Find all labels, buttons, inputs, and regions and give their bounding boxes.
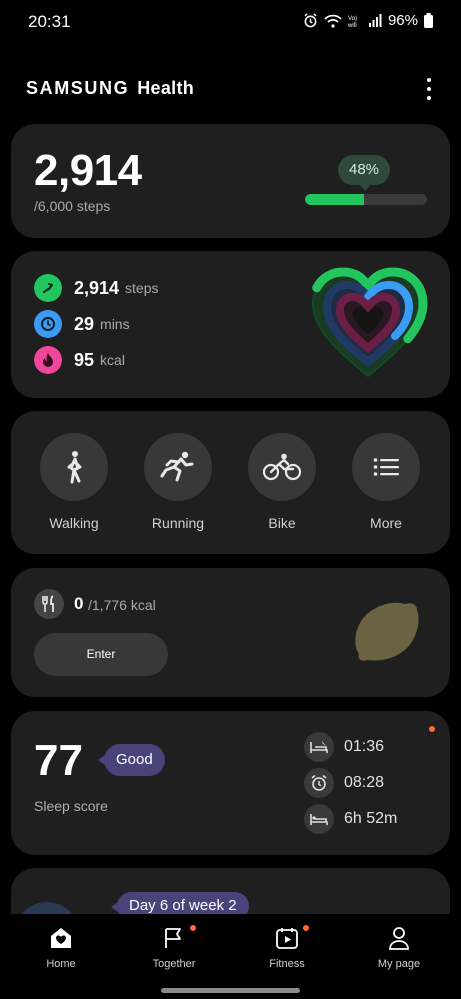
- nav-my-page[interactable]: My page: [359, 924, 439, 970]
- sleep-duration-row: 6h 52m: [304, 804, 397, 834]
- brand-name: SAMSUNG: [26, 78, 130, 98]
- sleep-duration-value: 6h 52m: [344, 810, 398, 827]
- alarm-icon: [303, 13, 318, 28]
- list-icon: [352, 433, 420, 501]
- workout-more[interactable]: More: [352, 433, 420, 531]
- nav-fitness-label: Fitness: [269, 958, 305, 970]
- workout-bike[interactable]: Bike: [248, 433, 316, 531]
- workout-running-label: Running: [151, 515, 205, 531]
- fork-knife-icon: [34, 589, 64, 619]
- nav-together-label: Together: [152, 958, 196, 970]
- bedtime-icon: [304, 732, 334, 762]
- running-icon: [144, 433, 212, 501]
- activity-steps-unit: steps: [125, 280, 159, 296]
- notification-dot: [429, 726, 435, 732]
- app-name: Health: [137, 78, 195, 98]
- home-indicator[interactable]: [161, 988, 300, 993]
- svg-text:wifi: wifi: [348, 23, 357, 28]
- steps-percent-badge: 48%: [338, 155, 390, 191]
- wifi-icon: [324, 14, 342, 28]
- workout-running[interactable]: Running: [144, 433, 212, 531]
- activity-mins-value: 29: [74, 313, 95, 334]
- workout-bike-label: Bike: [268, 515, 296, 531]
- sleep-card[interactable]: 77 Good Sleep score 01:36 08:28 6h 52m: [11, 711, 450, 855]
- steps-progress-bar: [305, 194, 427, 205]
- nav-together[interactable]: Together: [134, 924, 214, 970]
- nav-home[interactable]: Home: [21, 924, 101, 970]
- bike-icon: [248, 433, 316, 501]
- nav-fitness-dot: [303, 925, 309, 931]
- activity-row-mins: 29 mins: [34, 310, 130, 338]
- sleep-bedtime-row: 01:36: [304, 732, 384, 762]
- activity-rings-heart: [307, 266, 429, 384]
- person-icon: [359, 924, 439, 952]
- sleep-score-value: 77: [34, 736, 83, 785]
- app-logo: SAMSUNG Health: [26, 78, 194, 99]
- nav-together-dot: [190, 925, 196, 931]
- walking-icon: [40, 433, 108, 501]
- status-icons: Vo) wifi 96%: [303, 12, 433, 29]
- workouts-card: Walking Running Bike More: [11, 411, 450, 554]
- sleep-bedtime-value: 01:36: [344, 738, 385, 755]
- activity-card[interactable]: 2,914 steps 29 mins 95 kcal: [11, 251, 450, 398]
- signal-icon: [368, 13, 382, 28]
- activity-steps-value: 2,914: [74, 277, 120, 298]
- food-goal: /1,776 kcal: [88, 597, 156, 613]
- svg-text:Vo): Vo): [348, 16, 357, 22]
- sleep-duration-icon: [304, 804, 334, 834]
- volte-wifi-icon: Vo) wifi: [348, 14, 362, 28]
- home-icon: [21, 924, 101, 952]
- flag-icon: [134, 924, 214, 952]
- activity-mins-unit: mins: [100, 316, 130, 332]
- activity-kcal-value: 95: [74, 349, 95, 370]
- activity-row-kcal: 95 kcal: [34, 346, 125, 374]
- steps-icon: [34, 274, 62, 302]
- enter-food-button[interactable]: Enter: [34, 633, 168, 676]
- food-card[interactable]: 0 /1,776 kcal Enter: [11, 568, 450, 697]
- steps-progress-fill: [305, 194, 364, 205]
- workout-walking[interactable]: Walking: [40, 433, 108, 531]
- flame-icon: [34, 346, 62, 374]
- sleep-quality-badge: Good: [98, 744, 165, 776]
- more-vertical-icon[interactable]: [423, 78, 435, 100]
- status-bar: 20:31 Vo) wifi 96%: [0, 0, 461, 44]
- bottom-navigation: Home Together Fitness My page: [0, 914, 461, 999]
- fitness-calendar-icon: [247, 924, 327, 952]
- steps-goal: /6,000 steps: [34, 198, 111, 214]
- sleep-wake-row: 08:28: [304, 768, 384, 798]
- app-header: SAMSUNG Health: [26, 72, 435, 106]
- nav-fitness[interactable]: Fitness: [247, 924, 327, 970]
- workout-more-label: More: [370, 515, 402, 531]
- steps-card[interactable]: 2,914 /6,000 steps 48%: [11, 124, 450, 238]
- food-value: 0: [74, 594, 84, 613]
- clock-icon: [34, 310, 62, 338]
- workout-walking-label: Walking: [49, 515, 99, 531]
- steps-count: 2,914: [34, 146, 142, 195]
- battery-percent: 96%: [387, 12, 418, 29]
- lemon-illustration: [351, 598, 421, 669]
- sleep-score-label: Sleep score: [34, 798, 108, 814]
- battery-icon: [424, 13, 433, 28]
- status-time: 20:31: [28, 12, 71, 31]
- sleep-wake-value: 08:28: [344, 774, 385, 791]
- nav-my-page-label: My page: [377, 958, 421, 970]
- nav-home-label: Home: [46, 958, 76, 970]
- activity-kcal-unit: kcal: [100, 352, 125, 368]
- activity-row-steps: 2,914 steps: [34, 274, 159, 302]
- alarm-clock-icon: [304, 768, 334, 798]
